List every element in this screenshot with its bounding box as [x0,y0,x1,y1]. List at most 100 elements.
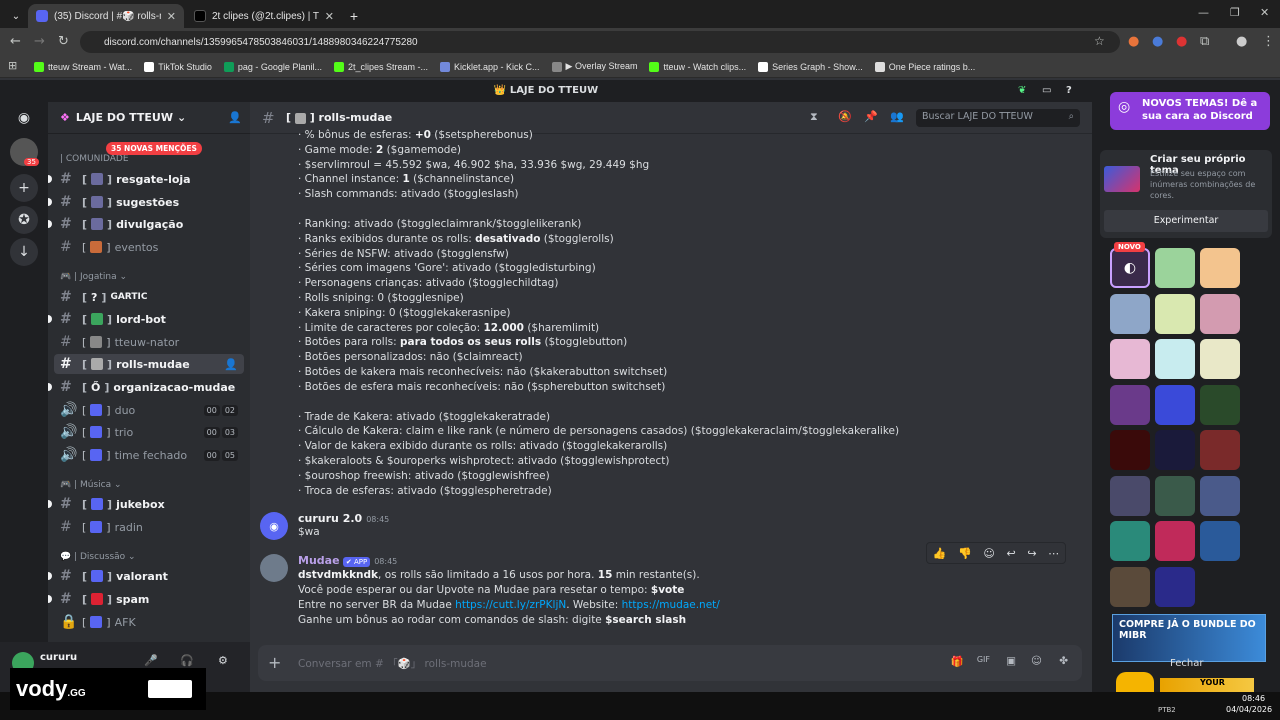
theme-swatch[interactable] [1200,521,1240,561]
channel-lord-bot[interactable]: #[] lord-bot [48,309,244,329]
help-icon[interactable]: ? [1066,80,1072,102]
message-composer[interactable]: + Conversar em # 「🎲」 rolls-mudae 🎁 GIF ▣… [258,645,1082,681]
notification-bell-icon[interactable]: 🔕 [838,110,852,123]
discover-compass-icon[interactable]: ✪ [10,206,38,234]
threads-icon[interactable]: ⧗ [810,110,818,124]
inbox-icon[interactable]: ▭ [1042,80,1051,102]
try-theme-button[interactable]: Experimentar [1104,210,1268,232]
channel-rolls-mudae[interactable]: #[] rolls-mudae 👤 [54,354,244,374]
bookmark-item[interactable]: tteuw Stream - Wat... [34,61,132,72]
reload-icon[interactable]: ↻ [58,34,69,49]
theme-swatch[interactable] [1155,339,1195,379]
channel-gartic[interactable]: #[?] GARTIC [54,287,244,307]
settings-gear-icon[interactable]: ⚙ [218,654,228,667]
thumbs-up-icon[interactable]: 👍 [933,547,947,560]
voice-channel-duo[interactable]: 🔊[] duo 00 02 [54,400,244,420]
theme-swatch[interactable] [1155,430,1195,470]
pinned-messages-icon[interactable]: 📌 [864,110,878,123]
bookmark-star-icon[interactable]: ☆ [1094,34,1105,48]
channel-afk[interactable]: 🔒[] AFK [54,612,244,632]
theme-swatch[interactable] [1110,293,1150,334]
theme-swatch[interactable] [1110,521,1150,561]
mudae-website-link[interactable]: https://mudae.net/ [622,599,720,611]
channel-radin[interactable]: #[] radin [54,517,244,537]
bookmark-item[interactable]: Kicklet.app - Kick C... [439,61,540,72]
close-tab-icon[interactable]: ✕ [167,10,176,23]
apps-icon[interactable]: ✤ [1059,655,1068,667]
channel-organizacao-mudae[interactable]: #[Ő] organizacao-mudae [48,377,244,397]
voice-channel-trio[interactable]: 🔊[] trio 00 03 [54,422,244,442]
mute-mic-icon[interactable]: 🎤 [144,654,158,667]
theme-swatch[interactable] [1155,566,1195,607]
close-window-icon[interactable]: ✕ [1260,6,1269,19]
thumbs-down-icon[interactable]: 👎 [958,547,972,560]
discord-home-icon[interactable]: ◉ [10,104,38,132]
theme-swatch[interactable] [1110,430,1150,470]
bookmark-item[interactable]: One Piece ratings b... [874,61,975,72]
theme-swatch[interactable] [1110,384,1150,425]
category-jogatina[interactable]: 🎮 | Jogatina ⌄ [60,272,127,282]
extension-icon[interactable]: ● [1128,34,1139,49]
channel-valorant[interactable]: #[] valorant [48,566,244,586]
category-discussao[interactable]: 💬 | Discussão ⌄ [60,552,136,562]
browser-menu-icon[interactable]: ⋮ [1262,34,1275,49]
mibr-bundle-ad[interactable]: COMPRE JÁ O BUNDLE DO MIBR [1112,614,1266,662]
extensions-puzzle-icon[interactable]: ⧉ [1200,34,1209,49]
close-tab-icon[interactable]: ✕ [325,10,334,23]
theme-swatch[interactable] [1155,293,1195,334]
tab-tiktok[interactable]: 2t clipes (@2t.clipes) | TikTok ✕ [186,4,342,28]
message-avatar[interactable]: ◉ [260,512,288,540]
bookmark-item[interactable]: tteuw - Watch clips... [649,61,746,72]
bookmark-item[interactable]: TikTok Studio [144,61,212,72]
channel-resgate-loja[interactable]: #[] resgate-loja [48,169,244,189]
theme-swatch[interactable] [1200,293,1240,334]
theme-swatch[interactable] [1200,248,1240,288]
add-member-icon[interactable]: 👤 [228,111,242,124]
theme-swatch[interactable] [1200,339,1240,379]
bookmark-item[interactable]: pag - Google Planil... [223,61,322,72]
member-list-icon[interactable]: 👥 [890,110,904,123]
search-input[interactable]: Buscar LAJE DO TTEUW ⌕ [916,109,1080,127]
mudae-avatar[interactable] [260,554,288,582]
theme-swatch[interactable] [1200,475,1240,516]
custom-theme-swatch[interactable]: ◐ [1110,248,1150,288]
gift-icon[interactable]: 🎁 [951,655,964,668]
channel-spam[interactable]: #[] spam [48,589,244,609]
server-header[interactable]: ❖ LAJE DO TTEUW ⌄ 👤 [48,102,250,134]
theme-swatch[interactable] [1110,475,1150,516]
close-ad-button[interactable]: Fechar [1170,658,1203,669]
voice-channel-time-fechado[interactable]: 🔊[] time fechado 00 05 [54,445,244,465]
bookmark-item[interactable]: Series Graph - Show... [758,61,863,72]
emoji-icon[interactable]: ☺ [1031,655,1042,667]
restore-icon[interactable]: ❐ [1230,6,1240,19]
headset-icon[interactable]: 🎧 [180,654,194,667]
tab-list-button[interactable]: ⌄ [6,4,26,28]
new-mentions-badge[interactable]: 35 NOVAS MENÇÕES [106,142,202,155]
channel-sugestoes[interactable]: #[] sugestões [48,192,244,212]
minimize-icon[interactable]: — [1198,6,1209,19]
theme-swatch[interactable] [1155,384,1195,425]
add-server-icon[interactable]: + [10,174,38,202]
promo-banner[interactable]: YOUR [1160,678,1254,692]
bookmark-item[interactable]: ▶ Overlay Stream [551,61,637,72]
more-icon[interactable]: ⋯ [1048,547,1059,560]
add-reaction-icon[interactable]: ☺ [983,547,994,560]
tab-discord[interactable]: (35) Discord | #🎲 rolls-muda ✕ [28,4,184,28]
forward-icon[interactable]: ↪ [1027,547,1036,560]
reply-icon[interactable]: ↩ [1007,547,1016,560]
profile-avatar[interactable]: ● [1236,34,1247,49]
gif-icon[interactable]: GIF [977,655,990,664]
theme-swatch[interactable] [1155,248,1195,288]
mudae-server-link[interactable]: https://cutt.ly/zrPKljN [455,599,566,611]
leaf-icon[interactable]: ❦ [1018,80,1026,102]
new-themes-promo[interactable]: ◎ NOVOS TEMAS! Dê a sua cara ao Discord [1110,92,1270,130]
theme-swatch[interactable] [1155,475,1195,516]
username[interactable]: cururu [40,652,77,663]
back-icon[interactable]: ← [10,34,21,49]
forward-icon[interactable]: → [34,34,45,49]
channel-jukebox[interactable]: #[] jukebox [48,494,244,514]
sticker-icon[interactable]: ▣ [1006,655,1016,667]
channel-divulgacao[interactable]: #[] divulgação [48,214,244,234]
new-tab-button[interactable]: + [344,4,364,28]
url-field[interactable]: discord.com/channels/1359965478503846031… [80,31,1120,53]
